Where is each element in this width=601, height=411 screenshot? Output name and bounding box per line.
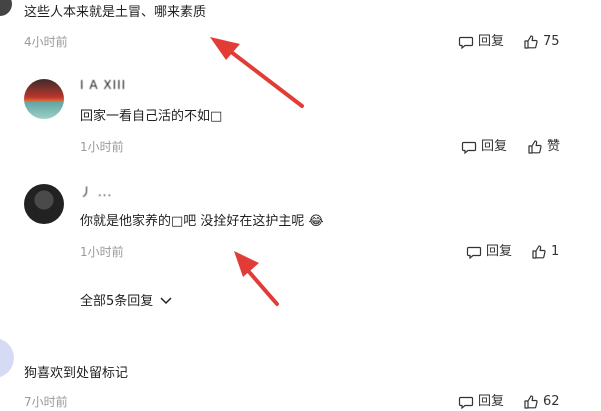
arrow-annotation-top: [210, 37, 304, 108]
arrow-annotation-bottom: [234, 251, 279, 306]
arrow-annotation: [210, 37, 304, 306]
